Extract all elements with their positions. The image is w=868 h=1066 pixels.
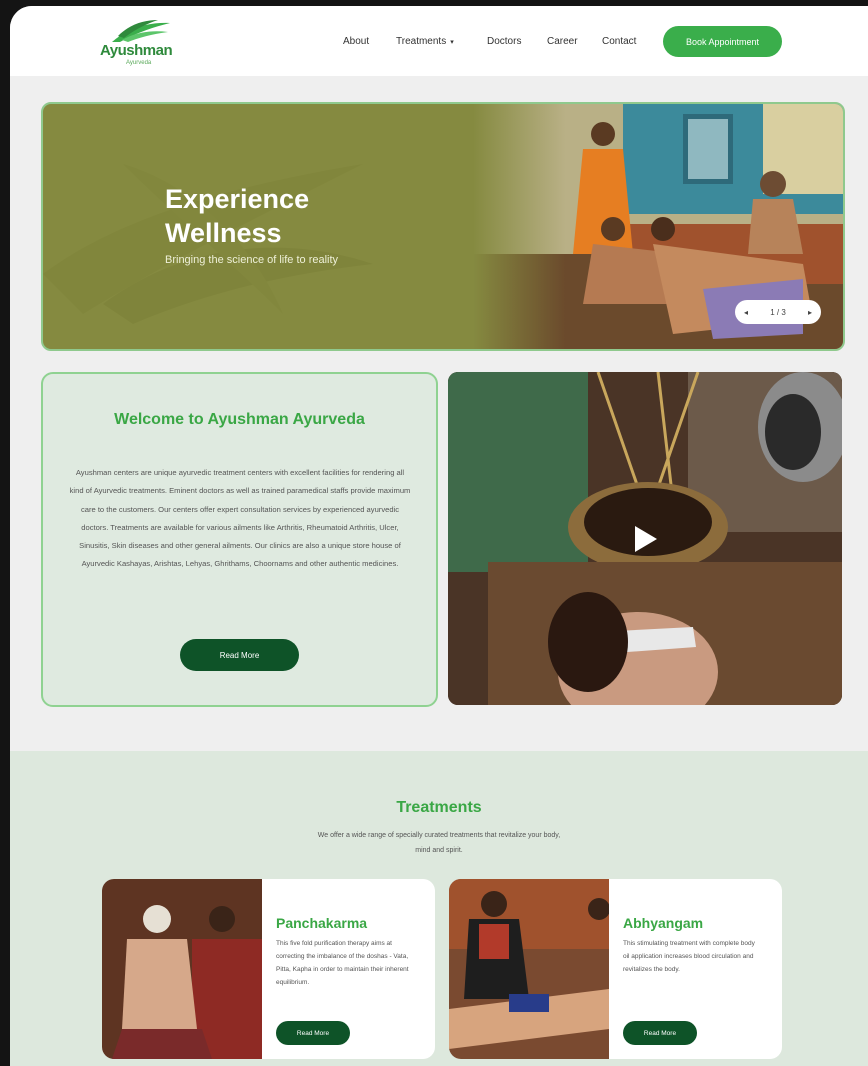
- card-title: Panchakarma: [276, 915, 368, 931]
- chevron-right-icon[interactable]: ▸: [808, 308, 812, 317]
- card-title: Abhyangam: [623, 915, 704, 931]
- brand-logo[interactable]: Ayushman Ayurveda: [100, 20, 190, 70]
- leaf-logo-icon: [112, 20, 170, 42]
- treatments-section: Treatments We offer a wide range of spec…: [10, 751, 868, 1066]
- read-more-button[interactable]: Read More: [180, 639, 299, 671]
- treatments-title: Treatments: [396, 799, 482, 816]
- nav-doctors[interactable]: Doctors: [487, 36, 521, 47]
- play-icon[interactable]: [633, 524, 659, 554]
- hero-banner: Experience Wellness Bringing the science…: [41, 102, 845, 351]
- nav-treatments[interactable]: Treatments ▾: [396, 36, 454, 47]
- site-header: Ayushman Ayurveda About Treatments ▾ Doct…: [10, 6, 868, 76]
- welcome-title: Welcome to Ayushman Ayurveda: [114, 411, 365, 428]
- nav-about[interactable]: About: [343, 36, 369, 47]
- hero-title: Experience Wellness: [165, 184, 310, 248]
- treatment-image: [102, 879, 262, 1059]
- treatment-card-abhyangam: Abhyangam This stimulating treatment wit…: [449, 879, 782, 1059]
- video-player[interactable]: [448, 372, 842, 705]
- card-description: This stimulating treatment with complete…: [623, 940, 755, 973]
- slide-counter: 1 / 3: [770, 307, 786, 317]
- treatments-subtitle: We offer a wide range of specially curat…: [317, 832, 561, 854]
- welcome-card: Welcome to Ayushman Ayurveda Ayushman ce…: [41, 372, 438, 707]
- hero-slider-controls: ◂ 1 / 3 ▸: [735, 300, 821, 324]
- brand-tagline: Ayurveda: [126, 60, 152, 66]
- nav-contact[interactable]: Contact: [602, 36, 636, 47]
- page-frame: Ayushman Ayurveda About Treatments ▾ Doct…: [10, 6, 868, 1066]
- chevron-left-icon[interactable]: ◂: [744, 308, 748, 317]
- welcome-text: Ayushman centers are unique ayurvedic tr…: [69, 468, 411, 569]
- nav-career[interactable]: Career: [547, 36, 578, 47]
- chevron-down-icon: ▾: [450, 39, 454, 46]
- brand-name: Ayushman: [100, 42, 173, 59]
- book-appointment-button[interactable]: Book Appointment: [663, 26, 782, 57]
- treatment-card-panchakarma: Panchakarma This five fold purification …: [102, 879, 435, 1059]
- treatment-image: [449, 879, 609, 1059]
- nav-treatments-label: Treatments: [396, 36, 447, 47]
- card-read-more-button[interactable]: Read More: [276, 1021, 350, 1045]
- hero-subtitle: Bringing the science of life to reality: [165, 254, 339, 266]
- card-read-more-button[interactable]: Read More: [623, 1021, 697, 1045]
- card-description: This five fold purification therapy aims…: [276, 940, 409, 986]
